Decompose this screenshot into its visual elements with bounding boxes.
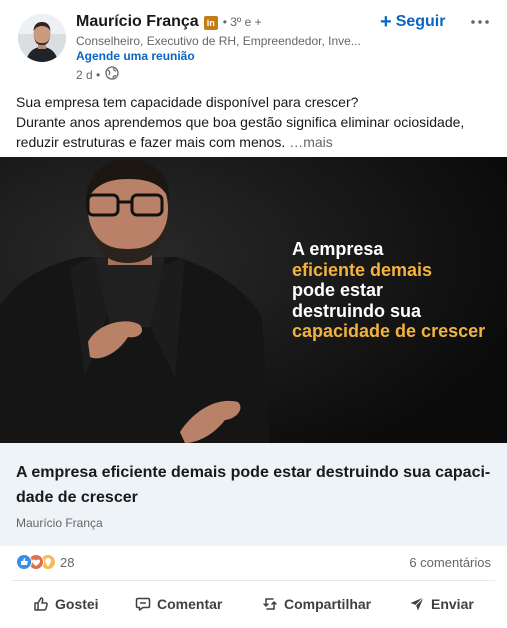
- divider: [12, 580, 495, 581]
- like-icon: [16, 554, 32, 570]
- reactions-summary[interactable]: 28: [16, 554, 74, 570]
- send-button[interactable]: Enviar: [409, 586, 474, 622]
- comment-icon: [135, 597, 151, 611]
- comments-count[interactable]: 6 comentários: [409, 555, 491, 570]
- post-action-bar: Gostei Comentar Compartilhar Enviar: [0, 586, 507, 622]
- author-name-row: Maurício França in • 3º e +: [76, 13, 262, 31]
- comment-label: Comentar: [157, 596, 223, 612]
- article-title-line: dade de crescer: [16, 489, 138, 506]
- more-options-icon[interactable]: [468, 10, 492, 34]
- send-icon: [410, 597, 424, 611]
- overlay-line: A empresa: [292, 239, 384, 259]
- post-body-text: Sua empresa tem capacidade disponível pa…: [16, 92, 491, 152]
- comment-button[interactable]: Comentar: [135, 586, 222, 622]
- post-text-line: Durante anos aprendemos que boa gestão s…: [16, 114, 465, 130]
- follow-button[interactable]: + Seguir: [380, 10, 445, 34]
- post-meta: 2 d •: [76, 66, 119, 83]
- author-name[interactable]: Maurício França: [76, 13, 199, 31]
- follow-label: Seguir: [395, 13, 446, 30]
- post-text-line-content: reduzir estruturas e fazer mais com meno…: [16, 134, 286, 150]
- article-preview[interactable]: A empresa eficiente demais pode estar de…: [0, 443, 507, 546]
- overlay-line: pode estar: [292, 280, 384, 300]
- schedule-meeting-link[interactable]: Agende uma reunião: [76, 49, 195, 63]
- feed-post-card: Maurício França in • 3º e + Conselheiro,…: [0, 0, 507, 628]
- like-label: Gostei: [55, 596, 99, 612]
- plus-icon: +: [380, 11, 392, 33]
- repost-label: Compartilhar: [284, 596, 372, 612]
- repost-icon: [263, 598, 277, 610]
- post-text-line: Sua empresa tem capacidade disponível pa…: [16, 94, 359, 110]
- image-overlay-text: A empresa eficiente demais pode estar de…: [292, 239, 485, 342]
- globe-icon: [105, 66, 119, 83]
- premium-badge-icon: in: [203, 16, 218, 30]
- see-more-link[interactable]: …mais: [289, 134, 333, 150]
- author-headline: Conselheiro, Executivo de RH, Empreended…: [76, 34, 361, 48]
- post-timestamp: 2 d •: [76, 67, 101, 82]
- article-source: Maurício França: [16, 516, 103, 530]
- repost-button[interactable]: Compartilhar: [262, 586, 371, 622]
- post-text-line: reduzir estruturas e fazer mais com meno…: [16, 132, 491, 152]
- post-image[interactable]: A empresa eficiente demais pode estar de…: [0, 157, 507, 443]
- overlay-line-highlight: capacidade de crescer: [292, 321, 486, 341]
- social-counts: 28 6 comentários: [0, 548, 507, 578]
- send-label: Enviar: [431, 596, 474, 612]
- connection-degree: • 3º e +: [222, 15, 262, 29]
- author-avatar[interactable]: [18, 14, 66, 62]
- post-header: Maurício França in • 3º e + Conselheiro,…: [0, 0, 507, 90]
- overlay-line: destruindo sua: [292, 300, 422, 321]
- overlay-line-highlight: eficiente demais: [292, 259, 433, 280]
- article-title-line: A empresa eficiente demais pode estar de…: [16, 464, 491, 481]
- like-button[interactable]: Gostei: [33, 586, 99, 622]
- reaction-count: 28: [60, 554, 75, 570]
- article-title: A empresa eficiente demais pode estar de…: [16, 460, 494, 510]
- like-outline-icon: [34, 597, 48, 611]
